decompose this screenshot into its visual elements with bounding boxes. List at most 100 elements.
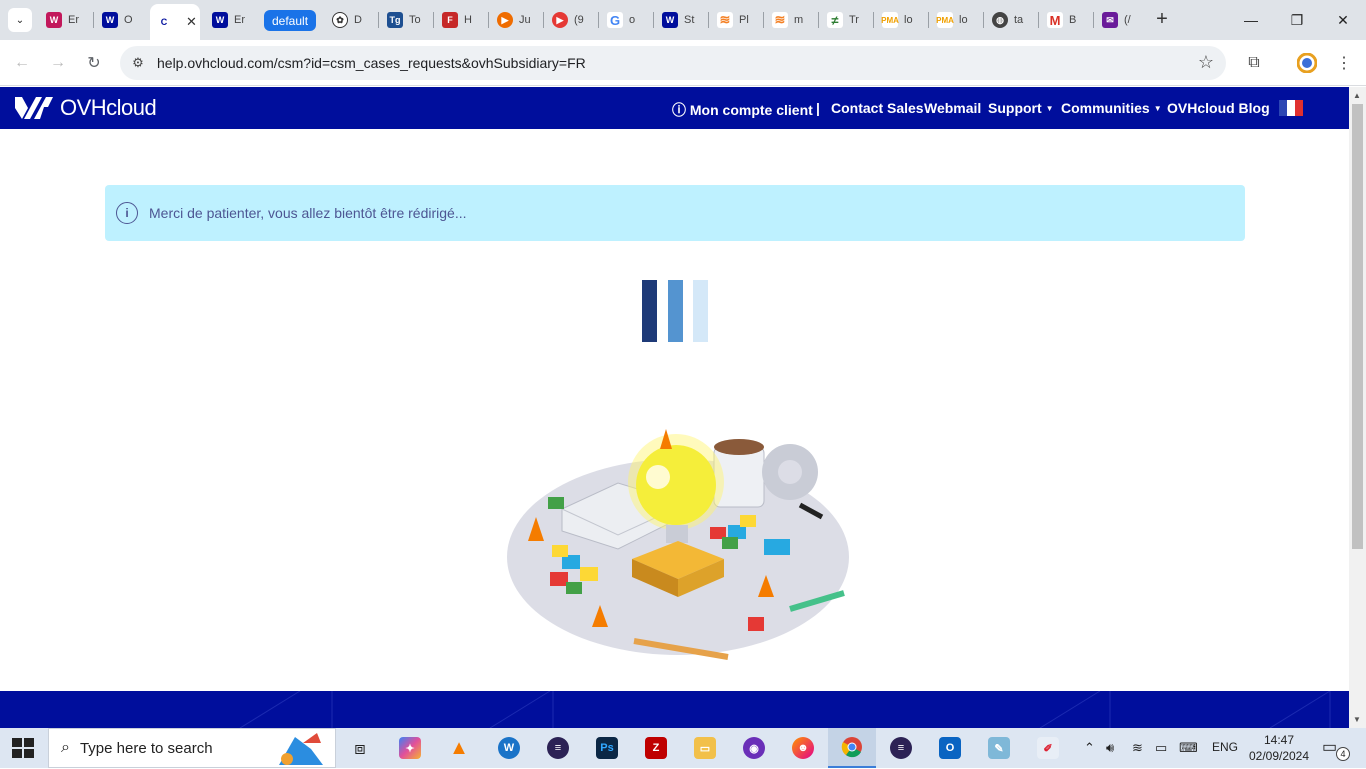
url-text[interactable]: help.ovhcloud.com/csm?id=csm_cases_reque…	[157, 55, 586, 71]
mail-icon: ✉	[1102, 12, 1118, 28]
scrollbar-thumb[interactable]	[1352, 104, 1363, 549]
tab-title: lo	[959, 14, 968, 26]
loader-bar	[693, 280, 708, 342]
nav-blog[interactable]: OVHcloud Blog	[1167, 100, 1270, 116]
tab-19[interactable]: ✉ (/	[1096, 6, 1146, 34]
extensions-icon[interactable]: ⧉	[1242, 51, 1266, 75]
tab-12[interactable]: ≋ Pl	[711, 6, 761, 34]
site-info-icon[interactable]: ⚙	[128, 53, 148, 73]
photoshop-icon[interactable]: Ps	[591, 732, 623, 764]
gmail-icon: M	[1047, 12, 1063, 28]
nav-separator: |	[816, 100, 820, 116]
back-icon[interactable]: ←	[10, 51, 34, 75]
tab-group-default[interactable]: default	[264, 10, 317, 31]
nav-webmail[interactable]: Webmail	[924, 100, 981, 116]
address-bar[interactable]: ⚙ help.ovhcloud.com/csm?id=csm_cases_req…	[120, 46, 1226, 80]
task-view-icon[interactable]: ⧈	[344, 732, 376, 764]
nav-account[interactable]: ⓘ Mon compte client	[672, 100, 813, 120]
wifi-icon[interactable]: ≋	[1132, 740, 1143, 756]
ovh-icon: W	[102, 12, 118, 28]
loader-bar	[668, 280, 683, 342]
notification-center-icon[interactable]: ▭ 4	[1322, 737, 1350, 761]
eclipse-icon-2[interactable]: ≡	[885, 732, 917, 764]
tab-6[interactable]: Tg To	[381, 6, 431, 34]
taskbar-clock[interactable]: 14:47 02/09/2024	[1248, 732, 1310, 764]
tab-18[interactable]: M B	[1041, 6, 1091, 34]
scroll-up-icon[interactable]: ▲	[1353, 91, 1361, 100]
eclipse-icon[interactable]: ≡	[542, 732, 574, 764]
filezilla-icon[interactable]: Z	[640, 732, 672, 764]
file-explorer-icon[interactable]: ▭	[689, 732, 721, 764]
close-window-button[interactable]: ✕	[1328, 8, 1358, 32]
paint-icon[interactable]: ✐	[1032, 732, 1064, 764]
taskbar-search[interactable]: ⌕ Type here to search	[48, 728, 336, 768]
french-flag-icon[interactable]	[1279, 100, 1303, 116]
redirect-alert: i Merci de patienter, vous allez bientôt…	[105, 185, 1245, 241]
page-scrollbar[interactable]: ▲ ▼	[1349, 87, 1366, 728]
tab-title: Tr	[849, 14, 859, 26]
copilot-icon[interactable]: ✦	[394, 732, 426, 764]
vlc-icon[interactable]: ▲	[443, 732, 475, 764]
tray-chevron-icon[interactable]: ⌃	[1084, 740, 1095, 756]
tab-title: (9	[574, 14, 584, 26]
tab-1[interactable]: W O	[96, 6, 146, 34]
forward-icon[interactable]: →	[46, 51, 70, 75]
tab-10[interactable]: G o	[601, 6, 651, 34]
nav-communities[interactable]: Communities ▼	[1061, 100, 1162, 116]
notification-count: 4	[1336, 747, 1350, 761]
app-purple-icon[interactable]: ◉	[738, 732, 770, 764]
lightbulb-illustration	[507, 429, 849, 660]
info-icon: i	[116, 202, 138, 224]
site-header: OVHcloud ⓘ Mon compte client | Contact S…	[0, 87, 1349, 129]
firefox-icon[interactable]: ☻	[787, 732, 819, 764]
tab-17[interactable]: ◍ ta	[986, 6, 1036, 34]
restore-button[interactable]: ❐	[1282, 8, 1312, 32]
tab-search-button[interactable]: ⌄	[8, 8, 32, 32]
app-w-icon[interactable]: W	[493, 732, 525, 764]
language-indicator[interactable]: ENG	[1212, 740, 1238, 754]
tab-7[interactable]: F H	[436, 6, 486, 34]
reload-icon[interactable]: ↻	[82, 51, 106, 75]
tab-16[interactable]: PMA lo	[931, 6, 981, 34]
tab-14[interactable]: ≠ Tr	[821, 6, 871, 34]
new-tab-button[interactable]: +	[1151, 8, 1173, 30]
tab-strip: ⌄ W Er W O C ✕ W Er default ✿ D Tg To F …	[0, 0, 1366, 40]
bookmark-star-icon[interactable]: ☆	[1198, 52, 1214, 73]
tab-2-active[interactable]: C ✕	[150, 4, 200, 40]
battery-icon[interactable]: ▭	[1155, 740, 1167, 756]
outlook-icon[interactable]: O	[934, 732, 966, 764]
clock-time: 14:47	[1263, 733, 1295, 747]
notes-icon[interactable]: ✎	[983, 732, 1015, 764]
globe-icon: ◍	[992, 12, 1008, 28]
tab-11[interactable]: W St	[656, 6, 706, 34]
tab-title: Ju	[519, 14, 531, 26]
ovhcloud-logo[interactable]: OVHcloud	[14, 95, 157, 121]
keyboard-icon[interactable]: ⌨	[1179, 740, 1198, 756]
search-icon: ⌕	[61, 739, 70, 756]
tab-8[interactable]: ▶ Ju	[491, 6, 541, 34]
windows-taskbar: ⌕ Type here to search ⧈ ✦ ▲ W ≡ Ps Z ▭ ◉…	[0, 728, 1366, 768]
tab-0[interactable]: W Er	[40, 6, 90, 34]
tab-5[interactable]: ✿ D	[326, 6, 376, 34]
nav-support[interactable]: Support ▼	[988, 100, 1054, 116]
nav-contact-sales[interactable]: Contact Sales	[831, 100, 924, 116]
stack-icon: ≋	[717, 12, 733, 28]
tab-title: O	[124, 14, 133, 26]
ovh-icon: W	[662, 12, 678, 28]
chrome-icon[interactable]	[828, 728, 876, 768]
tab-title: o	[629, 14, 636, 26]
taskbar-search-placeholder: Type here to search	[79, 739, 213, 757]
scroll-down-icon[interactable]: ▼	[1353, 715, 1361, 724]
minimize-button[interactable]: —	[1236, 8, 1266, 32]
close-icon[interactable]: ✕	[186, 14, 197, 30]
windows-start-icon[interactable]	[12, 738, 34, 758]
profile-avatar-icon[interactable]	[1295, 51, 1319, 75]
ovh-icon: C	[156, 14, 172, 30]
tr-icon: ≠	[827, 12, 843, 28]
tab-15[interactable]: PMA lo	[876, 6, 926, 34]
tab-9[interactable]: ▶ (9	[546, 6, 596, 34]
tab-3[interactable]: W Er	[206, 6, 256, 34]
volume-icon[interactable]: 🔊︎	[1106, 740, 1114, 756]
tab-13[interactable]: ≋ m	[766, 6, 816, 34]
menu-kebab-icon[interactable]: ⋮	[1332, 51, 1356, 75]
